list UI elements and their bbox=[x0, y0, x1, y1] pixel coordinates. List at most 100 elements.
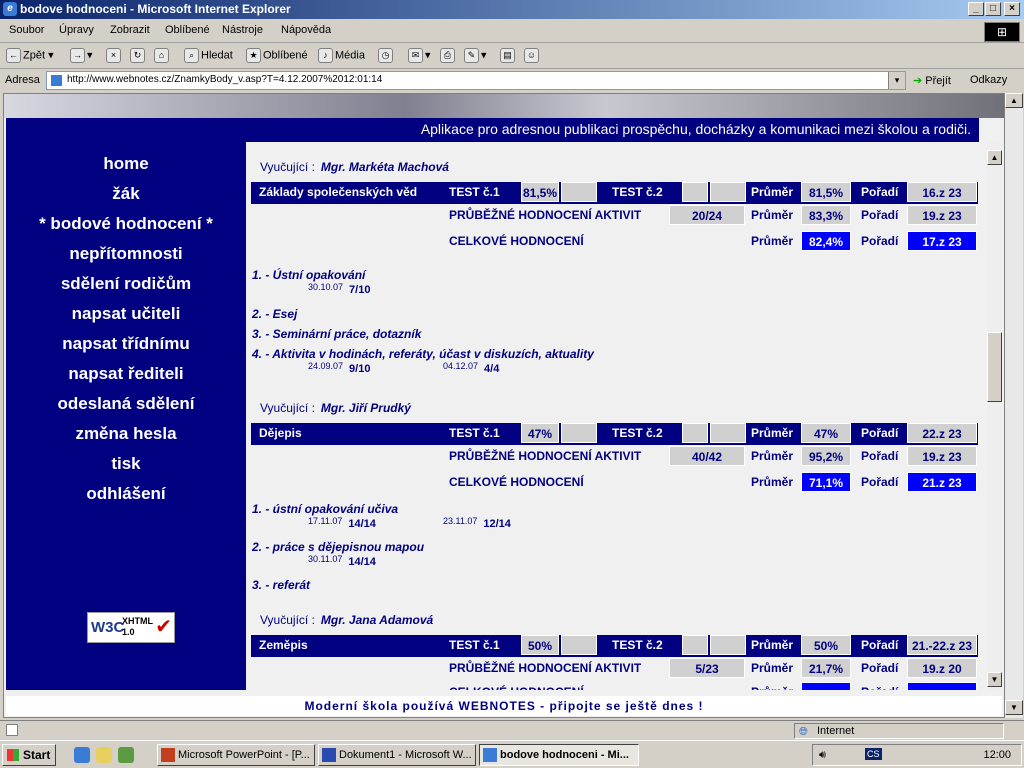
nav-odeslana-sdeleni[interactable]: odeslaná sdělení bbox=[6, 394, 246, 414]
page-icon bbox=[51, 75, 62, 86]
browser-viewport: Aplikace pro adresnou publikaci prospěch… bbox=[3, 93, 1005, 718]
go-arrow-icon: ➔ bbox=[913, 75, 923, 87]
window-title: bodove hodnoceni - Microsoft Internet Ex… bbox=[20, 2, 291, 16]
address-input[interactable]: http://www.webnotes.cz/ZnamkyBody_v.asp?… bbox=[46, 71, 906, 90]
minimize-button[interactable]: _ bbox=[968, 2, 984, 16]
address-label: Adresa bbox=[5, 74, 40, 86]
maximize-button[interactable]: □ bbox=[985, 2, 1001, 16]
page-scrollbar[interactable]: ▲ ▼ bbox=[1005, 93, 1023, 718]
activity-title: 2. - práce s dějepisnou mapou bbox=[252, 540, 425, 554]
scroll-down-icon[interactable]: ▼ bbox=[987, 672, 1002, 687]
search-button[interactable]: ⌕ Hledat bbox=[184, 48, 233, 63]
nav-napsat-rediteli[interactable]: napsat řediteli bbox=[6, 364, 246, 384]
task-word[interactable]: Dokument1 - Microsoft W... bbox=[318, 744, 476, 766]
refresh-button[interactable]: ↻ bbox=[130, 48, 147, 63]
inner-scrollbar[interactable]: ▲ ▼ bbox=[987, 142, 1002, 690]
ie-icon bbox=[483, 748, 497, 762]
system-tray: 🔊︎ CS 12:00 bbox=[812, 744, 1022, 766]
edit-button[interactable]: ✎ ▾ bbox=[464, 48, 487, 63]
history-button[interactable]: ◷ bbox=[378, 48, 395, 63]
task-powerpoint[interactable]: Microsoft PowerPoint - [P... bbox=[157, 744, 315, 766]
search-icon: ⌕ bbox=[184, 48, 199, 63]
menu-zobrazit[interactable]: Zobrazit bbox=[110, 24, 150, 36]
menu-upravy[interactable]: Úpravy bbox=[59, 24, 94, 36]
teacher-line: Vyučující : Mgr. Markéta Machová bbox=[260, 160, 449, 174]
messenger-button[interactable]: ☺ bbox=[524, 48, 541, 63]
menu-nastroje[interactable]: Nástroje bbox=[222, 24, 263, 36]
grade-entry: 04.12.07 4/4 bbox=[443, 361, 500, 375]
footer-banner: Moderní škola používá WEBNOTES - připojt… bbox=[6, 696, 1002, 716]
discuss-button[interactable]: ▤ bbox=[500, 48, 517, 63]
toolbar: ← Zpět ▾ → ▾ × ↻ ⌂ ⌕ Hledat ★ Oblíbené ♪ Médi… bbox=[0, 44, 1024, 69]
activity-title: 1. - ústní opakování učiva bbox=[252, 502, 399, 516]
grade-entry: 17.11.07 14/14 bbox=[308, 516, 376, 530]
media-quicklaunch-icon[interactable] bbox=[118, 747, 134, 763]
header-text: Aplikace pro adresnou publikaci prospěch… bbox=[420, 121, 971, 137]
activity-title: 4. - Aktivita v hodinách, referáty, účas… bbox=[252, 347, 594, 361]
nav-home[interactable]: home bbox=[6, 154, 246, 174]
ie-icon: e bbox=[3, 2, 17, 16]
mail-button[interactable]: ✉ ▾ bbox=[408, 48, 431, 63]
word-icon bbox=[322, 748, 336, 762]
ie-quicklaunch-icon[interactable] bbox=[74, 747, 90, 763]
test2-value bbox=[710, 182, 746, 202]
favorites-icon: ★ bbox=[246, 48, 261, 63]
menu-oblibene[interactable]: Oblíbené bbox=[165, 24, 210, 36]
page-scroll-up-icon[interactable]: ▲ bbox=[1005, 93, 1023, 108]
menu-soubor[interactable]: Soubor bbox=[9, 24, 44, 36]
discuss-icon: ▤ bbox=[500, 48, 515, 63]
go-button[interactable]: ➔ Přejít bbox=[913, 74, 951, 87]
powerpoint-icon bbox=[161, 748, 175, 762]
volume-icon[interactable]: 🔊︎ bbox=[819, 749, 826, 762]
continuous-row: PRŮBĚŽNÉ HODNOCENÍ AKTIVIT 20/24 Průměr … bbox=[251, 205, 978, 227]
back-button[interactable]: ← Zpět ▾ bbox=[6, 48, 54, 63]
continuous-row: PRŮBĚŽNÉ HODNOCENÍ AKTIVIT 40/42 Průměr … bbox=[251, 446, 978, 468]
nav-odhlaseni[interactable]: odhlášení bbox=[6, 484, 246, 504]
desktop-quicklaunch-icon[interactable] bbox=[96, 747, 112, 763]
subject-row: Základy společenských věd TEST č.1 81,5%… bbox=[251, 182, 978, 204]
scroll-thumb[interactable] bbox=[987, 332, 1002, 402]
banner-image bbox=[4, 94, 1004, 118]
scroll-up-icon[interactable]: ▲ bbox=[987, 150, 1002, 165]
nav-napsat-uciteli[interactable]: napsat učiteli bbox=[6, 304, 246, 324]
start-button[interactable]: Start bbox=[2, 744, 56, 766]
media-button[interactable]: ♪ Média bbox=[318, 48, 365, 63]
address-dropdown-button[interactable]: ▾ bbox=[888, 72, 905, 89]
activity-title: 3. - referát bbox=[252, 578, 311, 592]
stop-icon: × bbox=[106, 48, 121, 63]
close-button[interactable]: × bbox=[1004, 2, 1020, 16]
language-indicator[interactable]: CS bbox=[865, 748, 882, 760]
avg-value: 81,5% bbox=[801, 182, 851, 202]
nav-bodove-hodnoceni[interactable]: * bodové hodnocení * bbox=[6, 214, 246, 234]
nav-nepritomnosti[interactable]: nepřítomnosti bbox=[6, 244, 246, 264]
home-button[interactable]: ⌂ bbox=[154, 48, 171, 63]
grade-entry: 24.09.07 9/10 bbox=[308, 361, 371, 375]
test1-value: 81,5% bbox=[521, 182, 559, 202]
nav-zak[interactable]: žák bbox=[6, 184, 246, 204]
page-scroll-down-icon[interactable]: ▼ bbox=[1005, 700, 1023, 715]
nav-zmena-hesla[interactable]: změna hesla bbox=[6, 424, 246, 444]
grade-entry: 23.11.07 12/14 bbox=[443, 516, 511, 530]
rank-value: 16.z 23 bbox=[907, 182, 977, 202]
menu-napoveda[interactable]: Nápověda bbox=[281, 24, 331, 36]
page-status-icon bbox=[6, 724, 18, 736]
activity-title: 2. - Esej bbox=[252, 307, 298, 321]
nav-tisk[interactable]: tisk bbox=[6, 454, 246, 474]
task-ie[interactable]: bodove hodnoceni - Mi... bbox=[479, 744, 639, 766]
nav-napsat-tridnimu[interactable]: napsat třídnímu bbox=[6, 334, 246, 354]
subject-name: Dějepis bbox=[259, 426, 302, 440]
favorites-button[interactable]: ★ Oblíbené bbox=[246, 48, 308, 63]
overall-row: CELKOVÉ HODNOCENÍ Průměr 82,4% Pořadí 17… bbox=[251, 231, 978, 253]
print-button[interactable]: ⎙ bbox=[440, 48, 457, 63]
activity-title: 3. - Seminární práce, dotazník bbox=[252, 327, 422, 341]
zone-indicator: 🌐︎ Internet bbox=[794, 723, 1004, 739]
teacher-line: Vyučující : Mgr. Jana Adamová bbox=[260, 613, 434, 627]
w3c-xhtml-badge[interactable]: W3C XHTML 1.0 ✔ bbox=[87, 612, 175, 643]
links-button[interactable]: Odkazy bbox=[970, 74, 1007, 86]
stop-button[interactable]: × bbox=[106, 48, 123, 63]
forward-button[interactable]: → ▾ bbox=[70, 48, 93, 63]
nav-sdeleni-rodicum[interactable]: sdělení rodičům bbox=[6, 274, 246, 294]
edit-icon: ✎ bbox=[464, 48, 479, 63]
menu-bar: Soubor Úpravy Zobrazit Oblíbené Nástroje… bbox=[0, 19, 1024, 43]
continuous-row: PRŮBĚŽNÉ HODNOCENÍ AKTIVIT 5/23 Průměr 2… bbox=[251, 658, 978, 680]
